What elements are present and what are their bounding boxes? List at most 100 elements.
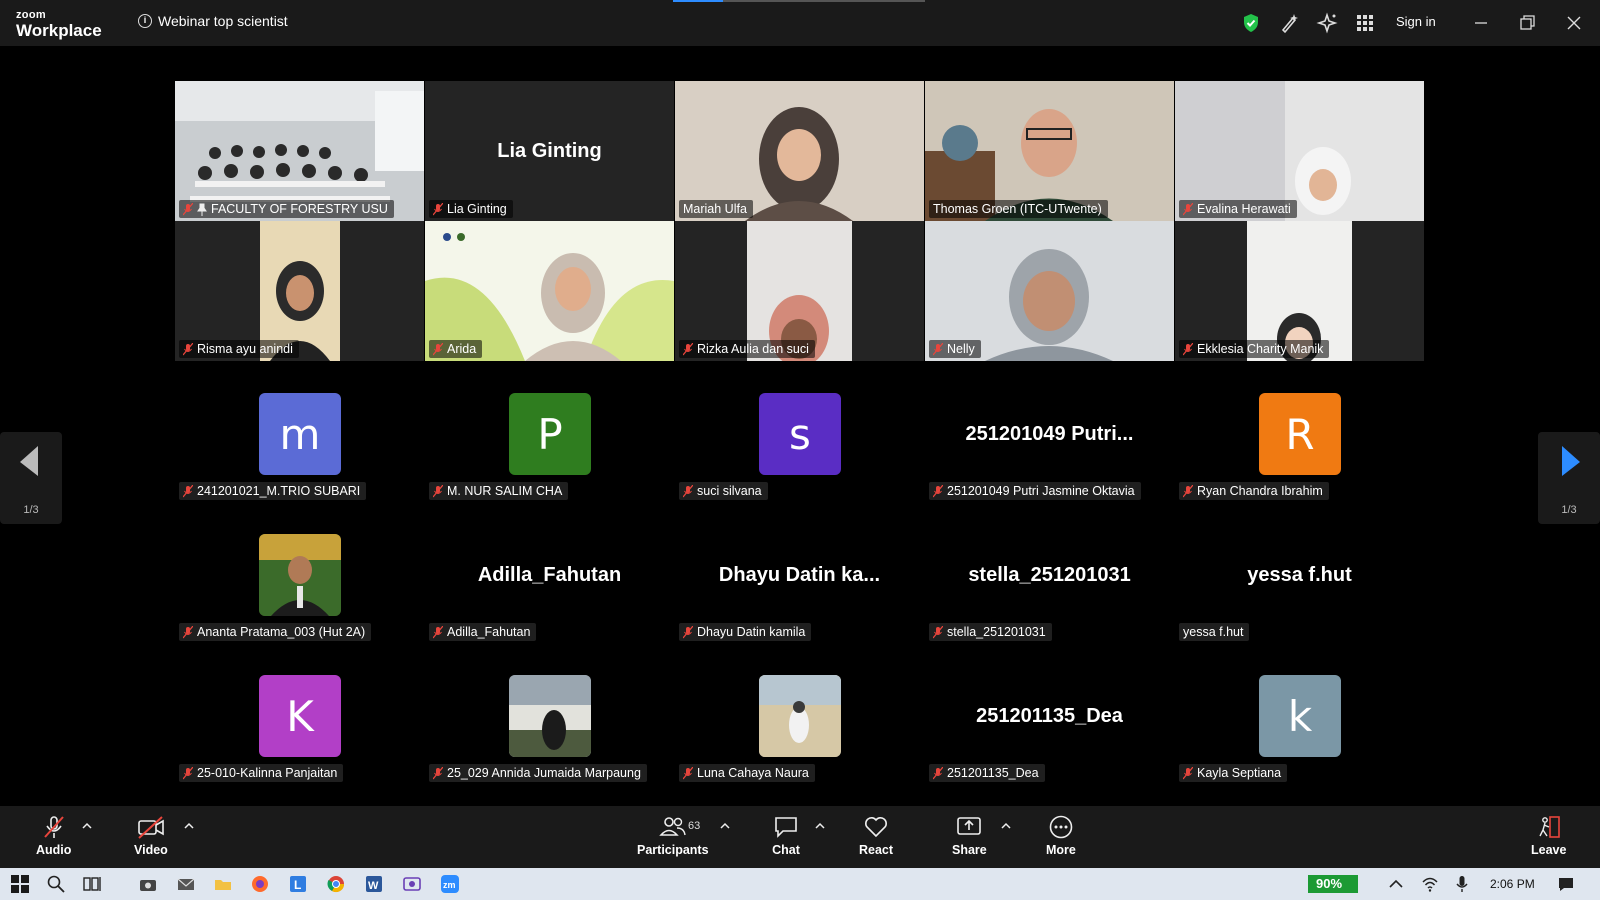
svg-text:W: W <box>368 880 379 892</box>
windows-start-icon[interactable] <box>10 874 30 894</box>
video-off-icon <box>138 816 164 839</box>
react-button[interactable]: React <box>859 814 893 857</box>
whiteboard-pen-icon[interactable] <box>1278 12 1300 34</box>
participant-cell[interactable]: K 25-010-Kalinna Panjaitan <box>175 668 424 808</box>
restore-icon[interactable] <box>1516 12 1538 34</box>
video-options-chevron-icon[interactable] <box>184 822 194 830</box>
chat-options-chevron-icon[interactable] <box>815 822 825 830</box>
chevron-up-icon[interactable] <box>1386 874 1406 894</box>
muted-mic-icon <box>433 766 443 779</box>
minimize-icon[interactable] <box>1470 12 1492 34</box>
ai-companion-icon[interactable] <box>1316 12 1338 34</box>
muted-mic-icon <box>183 484 193 497</box>
participants-options-chevron-icon[interactable] <box>720 822 730 830</box>
participant-cell[interactable]: k Kayla Septiana <box>1175 668 1424 808</box>
svg-text:L: L <box>294 878 301 892</box>
participant-cell[interactable]: Ananta Pratama_003 (Hut 2A) <box>175 527 424 667</box>
participant-name: stella_251201031 <box>947 625 1046 639</box>
chat-button[interactable]: Chat <box>772 814 800 857</box>
participant-name: Ekklesia Charity Manik <box>1197 342 1324 356</box>
participant-cell[interactable]: Adilla_Fahutan Adilla_Fahutan <box>425 527 674 667</box>
participant-cell[interactable]: 251201135_Dea 251201135_Dea <box>925 668 1174 808</box>
muted-mic-icon <box>183 766 193 779</box>
video-tile-active-speaker[interactable]: Mariah Ulfa <box>675 81 924 221</box>
firefox-icon[interactable] <box>250 874 270 894</box>
more-button[interactable]: More <box>1046 814 1076 857</box>
logo-line2: Workplace <box>16 21 102 40</box>
wifi-icon[interactable] <box>1420 874 1440 894</box>
info-icon[interactable]: i <box>138 14 152 28</box>
participant-name: Luna Cahaya Naura <box>697 766 809 780</box>
encryption-shield-icon[interactable] <box>1240 12 1262 34</box>
participant-cell[interactable]: R Ryan Chandra Ibrahim <box>1175 386 1424 526</box>
camera-app-icon[interactable] <box>138 874 158 894</box>
mail-icon[interactable] <box>176 874 196 894</box>
logo-line1: zoom <box>16 9 46 21</box>
participant-name: Dhayu Datin kamila <box>697 625 806 639</box>
avatar: P <box>509 393 591 475</box>
profile-photo <box>259 534 341 616</box>
zoom-app-icon[interactable]: zm <box>440 874 460 894</box>
video-tile[interactable]: Nelly <box>925 221 1174 361</box>
participant-cell[interactable]: yessa f.hut yessa f.hut <box>1175 527 1424 667</box>
meeting-info[interactable]: i Webinar top scientist <box>138 13 288 29</box>
next-page-button[interactable]: 1/3 <box>1538 432 1600 524</box>
video-button[interactable]: Video <box>134 814 168 857</box>
avatar: m <box>259 393 341 475</box>
battery-indicator[interactable]: 90% <box>1308 875 1358 893</box>
participant-display-name: 251201135_Dea <box>976 704 1123 727</box>
participant-cell[interactable]: Luna Cahaya Naura <box>675 668 924 808</box>
audio-button[interactable]: Audio <box>36 814 71 857</box>
video-tile[interactable]: Ekklesia Charity Manik <box>1175 221 1424 361</box>
participant-cell[interactable]: 25_029 Annida Jumaida Marpaung <box>425 668 674 808</box>
chrome-icon[interactable] <box>326 874 346 894</box>
participant-name: Nelly <box>947 342 975 356</box>
muted-mic-icon <box>183 342 193 355</box>
muted-mic-icon <box>1183 766 1193 779</box>
snipping-tool-icon[interactable] <box>402 874 422 894</box>
search-icon[interactable] <box>46 874 66 894</box>
svg-text:zm: zm <box>443 880 456 890</box>
muted-mic-icon <box>933 625 943 638</box>
participant-cell[interactable]: Dhayu Datin ka... Dhayu Datin kamila <box>675 527 924 667</box>
participant-name-label: 25_029 Annida Jumaida Marpaung <box>429 764 647 782</box>
participant-cell[interactable]: P M. NUR SALIM CHA <box>425 386 674 526</box>
avatar: k <box>1259 675 1341 757</box>
participant-name: suci silvana <box>697 484 762 498</box>
video-tile[interactable]: Risma ayu anindi <box>175 221 424 361</box>
participant-cell[interactable]: s suci silvana <box>675 386 924 526</box>
avatar-photo <box>259 534 341 616</box>
video-tile[interactable]: Evalina Herawati <box>1175 81 1424 221</box>
notifications-icon[interactable] <box>1556 874 1576 894</box>
word-icon[interactable]: W <box>364 874 384 894</box>
muted-mic-icon <box>683 766 693 779</box>
video-tile[interactable]: Lia Ginting Lia Ginting <box>425 81 674 221</box>
task-view-icon[interactable] <box>82 874 102 894</box>
share-options-chevron-icon[interactable] <box>1001 822 1011 830</box>
system-clock[interactable]: 2:06 PM <box>1490 877 1535 891</box>
video-tile[interactable]: FACULTY OF FORESTRY USU <box>175 81 424 221</box>
participant-name-label: yessa f.hut <box>1179 623 1250 641</box>
video-tile[interactable]: Arida <box>425 221 674 361</box>
participant-display-name: stella_251201031 <box>968 563 1131 586</box>
leave-button[interactable]: Leave <box>1531 814 1566 857</box>
participant-cell[interactable]: stella_251201031 stella_251201031 <box>925 527 1174 667</box>
video-tile[interactable]: Thomas Groen (ITC-UTwente) <box>925 81 1174 221</box>
sign-in-button[interactable]: Sign in <box>1396 14 1436 29</box>
app-l-icon[interactable]: L <box>288 874 308 894</box>
previous-page-button[interactable]: 1/3 <box>0 432 62 524</box>
share-button[interactable]: Share <box>952 814 987 857</box>
page-indicator <box>673 0 925 2</box>
participant-cell[interactable]: m 241201021_M.TRIO SUBARI <box>175 386 424 526</box>
participant-name-label: suci silvana <box>679 482 768 500</box>
close-icon[interactable] <box>1563 12 1585 34</box>
participant-name-label: Luna Cahaya Naura <box>679 764 815 782</box>
participant-display-name: Dhayu Datin ka... <box>718 563 881 586</box>
video-tile[interactable]: Rizka Aulia dan suci <box>675 221 924 361</box>
more-options-icon <box>1049 815 1073 839</box>
microphone-icon[interactable] <box>1452 874 1472 894</box>
file-explorer-icon[interactable] <box>213 874 233 894</box>
audio-options-chevron-icon[interactable] <box>82 822 92 830</box>
participant-cell[interactable]: 251201049 Putri... 251201049 Putri Jasmi… <box>925 386 1174 526</box>
apps-grid-icon[interactable] <box>1354 12 1376 34</box>
